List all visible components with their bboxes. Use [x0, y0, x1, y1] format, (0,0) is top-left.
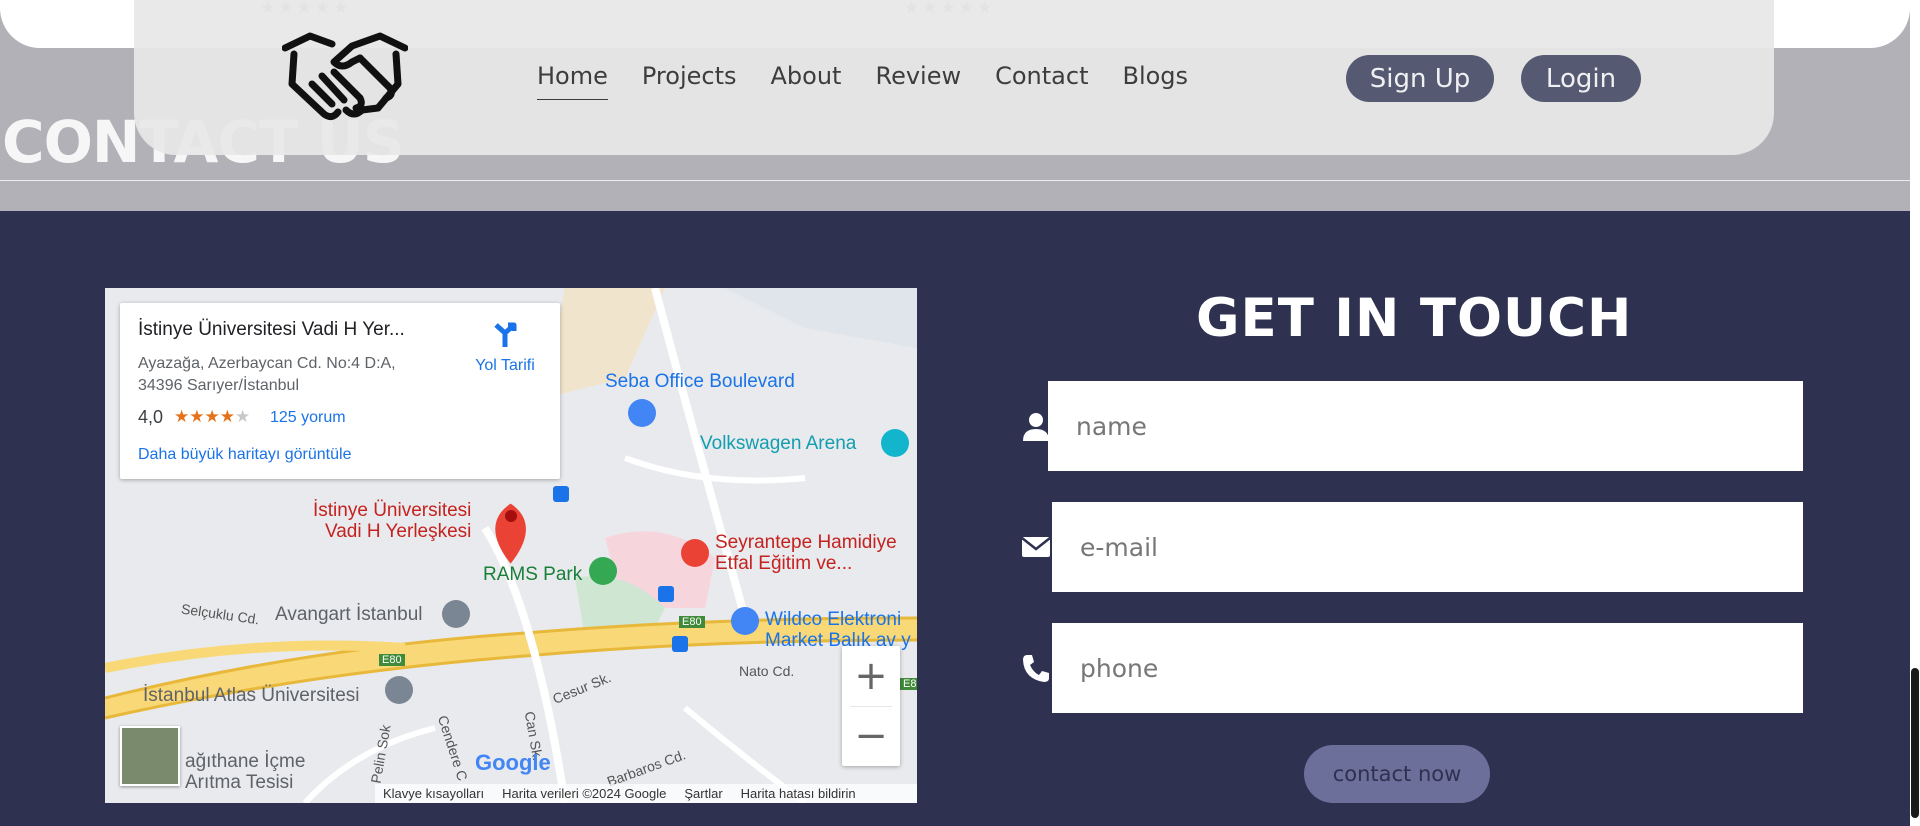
rating-stars: ★★★★★ — [174, 407, 250, 427]
pin-label-line: İstinye Üniversitesi — [313, 500, 472, 521]
divider — [0, 180, 1910, 181]
map-label[interactable]: Avangart İstanbul — [275, 604, 423, 626]
google-map[interactable]: İstinye Üniversitesi Vadi H Yer... Ayaza… — [105, 288, 917, 803]
map-label-line: ağıthane İçme — [185, 751, 306, 772]
map-label[interactable]: Seba Office Boulevard — [605, 371, 795, 393]
form-title: GET IN TOUCH — [1196, 288, 1633, 349]
map-footer: Klavye kısayolları Harita verileri ©2024… — [375, 784, 917, 803]
phone-field[interactable] — [1052, 623, 1803, 713]
zoom-in-button[interactable]: + — [842, 646, 900, 706]
highway-label: E80 — [900, 678, 917, 690]
directions-button[interactable]: Yol Tarifi — [460, 319, 550, 375]
directions-label: Yol Tarifi — [475, 357, 535, 374]
reviews-link[interactable]: 125 yorum — [270, 409, 346, 427]
rating-star: ★ — [189, 407, 205, 427]
envelope-icon — [1021, 537, 1051, 557]
address-line: Ayazağa, Azerbaycan Cd. No:4 D:A, — [138, 355, 396, 372]
report-error-link[interactable]: Harita hatası bildirin — [741, 786, 856, 801]
rating-star: ★ — [235, 407, 251, 427]
zoom-control: + − — [842, 646, 900, 766]
map-label[interactable]: Seyrantepe Hamidiye Etfal Eğitim ve... — [715, 532, 897, 574]
street-label: Nato Cd. — [739, 663, 795, 679]
signup-button[interactable]: Sign Up — [1346, 55, 1494, 102]
email-field[interactable] — [1052, 502, 1803, 592]
rating-value: 4,0 — [138, 407, 164, 427]
google-logo-text: Google — [475, 750, 551, 775]
address-line: 34396 Sarıyer/İstanbul — [138, 377, 299, 394]
nav-projects[interactable]: Projects — [642, 62, 737, 100]
nav-about[interactable]: About — [771, 62, 842, 100]
pin-label-line: Vadi H Yerleşkesi — [324, 521, 472, 542]
bigger-map-link[interactable]: Daha büyük haritayı görüntüle — [138, 446, 351, 464]
map-label[interactable]: RAMS Park — [483, 564, 582, 586]
login-button[interactable]: Login — [1521, 55, 1641, 102]
nav-review[interactable]: Review — [875, 62, 961, 100]
handshake-icon[interactable] — [282, 28, 408, 124]
place-address: Ayazağa, Azerbaycan Cd. No:4 D:A, 34396 … — [138, 353, 438, 397]
scrollbar-thumb[interactable] — [1911, 668, 1919, 818]
map-data-attribution: Harita verileri ©2024 Google — [502, 786, 667, 801]
highway-label: E80 — [679, 616, 705, 628]
google-logo: Google — [475, 750, 551, 776]
zoom-out-button[interactable]: − — [842, 706, 900, 766]
user-icon — [1023, 413, 1049, 441]
map-label-line: Wildco Elektroni — [765, 609, 902, 630]
directions-icon — [494, 322, 517, 347]
map-label[interactable]: İstanbul Atlas Üniversitesi — [143, 685, 360, 707]
satellite-toggle[interactable] — [120, 726, 180, 786]
name-field[interactable] — [1048, 381, 1803, 471]
rating-star: ★ — [174, 407, 190, 427]
map-label[interactable]: Wildco Elektroni Market Balık av y — [765, 609, 911, 651]
highway-label: E80 — [379, 654, 405, 666]
rating-star: ★ — [219, 407, 235, 427]
nav-home[interactable]: Home — [537, 62, 608, 100]
place-info-card: İstinye Üniversitesi Vadi H Yer... Ayaza… — [120, 303, 560, 479]
place-name: İstinye Üniversitesi Vadi H Yer... — [138, 319, 405, 340]
contact-now-button[interactable]: contact now — [1304, 745, 1490, 803]
nav-links: Home Projects About Review Contact Blogs — [537, 62, 1222, 100]
map-label-line: Etfal Eğitim ve... — [715, 553, 853, 574]
map-label[interactable]: ağıthane İçme Arıtma Tesisi — [185, 751, 305, 793]
terms-link[interactable]: Şartlar — [684, 786, 722, 801]
nav-contact[interactable]: Contact — [995, 62, 1088, 100]
navbar: Home Projects About Review Contact Blogs… — [134, 0, 1774, 155]
map-label-line: Seyrantepe Hamidiye — [715, 532, 897, 553]
rating-star: ★ — [204, 407, 220, 427]
nav-blogs[interactable]: Blogs — [1122, 62, 1188, 100]
phone-icon — [1023, 655, 1049, 682]
map-label-line: Arıtma Tesisi — [185, 772, 294, 793]
map-label[interactable]: Volkswagen Arena — [700, 433, 856, 455]
keyboard-shortcuts-link[interactable]: Klavye kısayolları — [383, 786, 484, 801]
map-pin-label: İstinye Üniversitesi Vadi H Yerleşkesi — [313, 500, 471, 542]
